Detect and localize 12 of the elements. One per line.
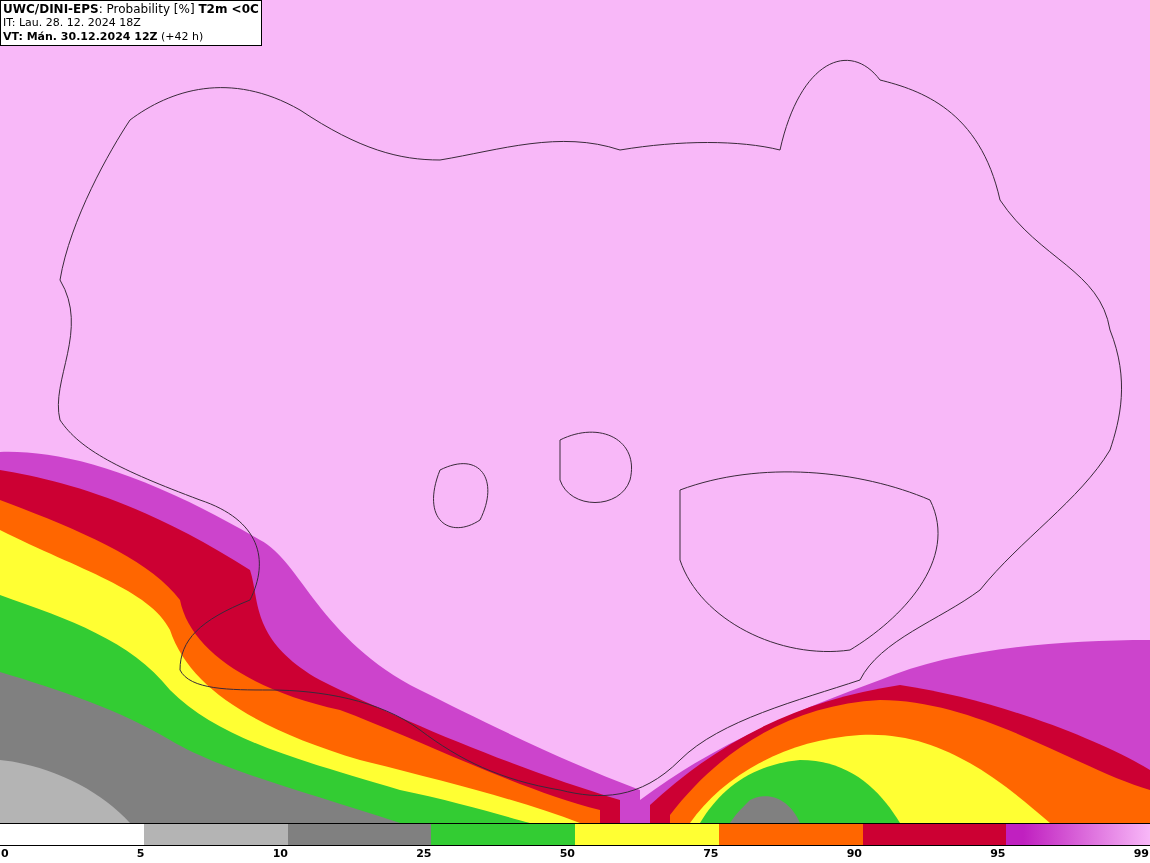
legend-label: 95 [990,846,1006,862]
legend-label: 0 [1,846,9,862]
legend-label: 90 [846,846,862,862]
legend-label: 50 [559,846,575,862]
valid-time: VT: Mán. 30.12.2024 12Z (+42 h) [3,30,205,44]
legend-label: 5 [136,846,145,862]
legend-label: 99 [1133,846,1149,862]
legend-label: 75 [703,846,719,862]
init-time: IT: Lau. 28. 12. 2024 18Z [3,16,142,30]
legend-label: 10 [272,846,288,862]
product-title: UWC/DINI-EPS: Probability [%] T2m <0C [3,2,259,16]
legend-label: 25 [416,846,432,862]
